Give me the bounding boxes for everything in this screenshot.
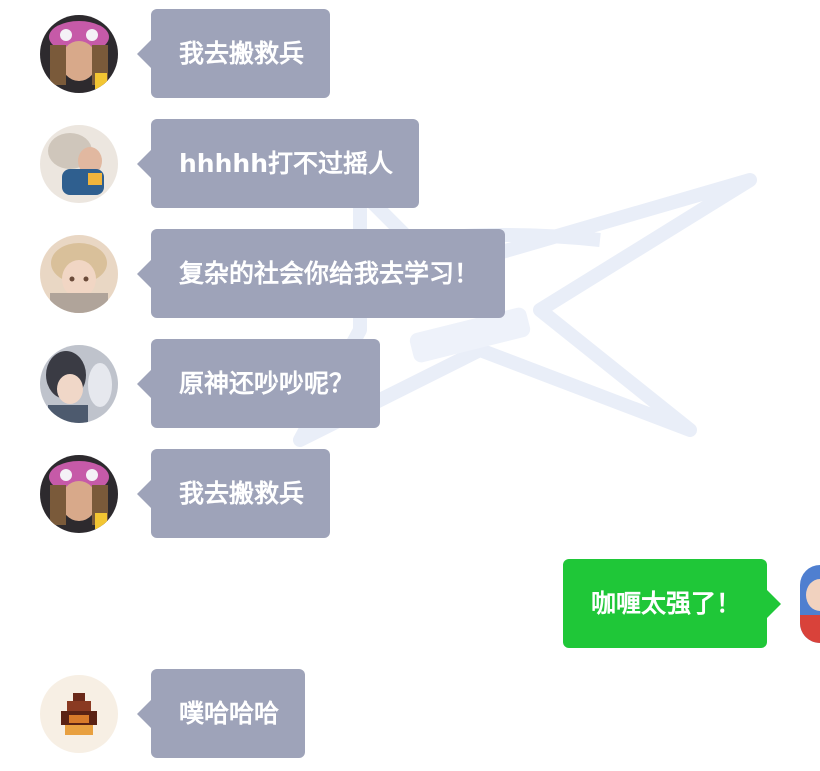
message-bubble[interactable]: 噗哈哈哈 xyxy=(136,669,306,758)
message-text: 我去搬救兵 xyxy=(179,39,305,68)
chat-message: hhhhh打不过摇人 xyxy=(0,119,820,209)
message-text: 咖喱太强了！ xyxy=(590,589,741,618)
chat-message: 我去搬救兵 xyxy=(0,449,820,539)
chat-message: 我去搬救兵 xyxy=(0,9,820,99)
chat-message: 复杂的社会你给我去学习！ xyxy=(0,229,820,319)
avatar-pixel-fire[interactable] xyxy=(40,675,118,753)
message-bubble[interactable]: 原神还吵吵呢？ xyxy=(136,339,381,428)
message-text: hhhhh打不过摇人 xyxy=(179,149,393,178)
avatar-pink-hat-girl[interactable] xyxy=(40,15,118,93)
message-bubble-outgoing[interactable]: 咖喱太强了！ xyxy=(562,559,782,648)
message-text: 我去搬救兵 xyxy=(179,479,305,508)
chat-message: 原神还吵吵呢？ xyxy=(0,339,820,429)
message-bubble[interactable]: 我去搬救兵 xyxy=(136,449,331,538)
message-bubble[interactable]: 我去搬救兵 xyxy=(136,9,331,98)
avatar-self[interactable] xyxy=(800,565,820,643)
avatar-white-haired-character[interactable] xyxy=(40,125,118,203)
message-bubble[interactable]: 复杂的社会你给我去学习！ xyxy=(136,229,506,318)
message-text: 原神还吵吵呢？ xyxy=(179,369,355,398)
avatar-pink-hat-girl[interactable] xyxy=(40,455,118,533)
avatar-dark-haired-character[interactable] xyxy=(40,345,118,423)
message-text: 噗哈哈哈 xyxy=(179,699,280,728)
chat-message: 噗哈哈哈 xyxy=(0,669,820,759)
message-bubble[interactable]: hhhhh打不过摇人 xyxy=(137,119,419,208)
message-text: 复杂的社会你给我去学习！ xyxy=(179,259,480,288)
chat-message: 咖喱太强了！ xyxy=(0,559,820,649)
avatar-blonde-character[interactable] xyxy=(40,235,118,313)
